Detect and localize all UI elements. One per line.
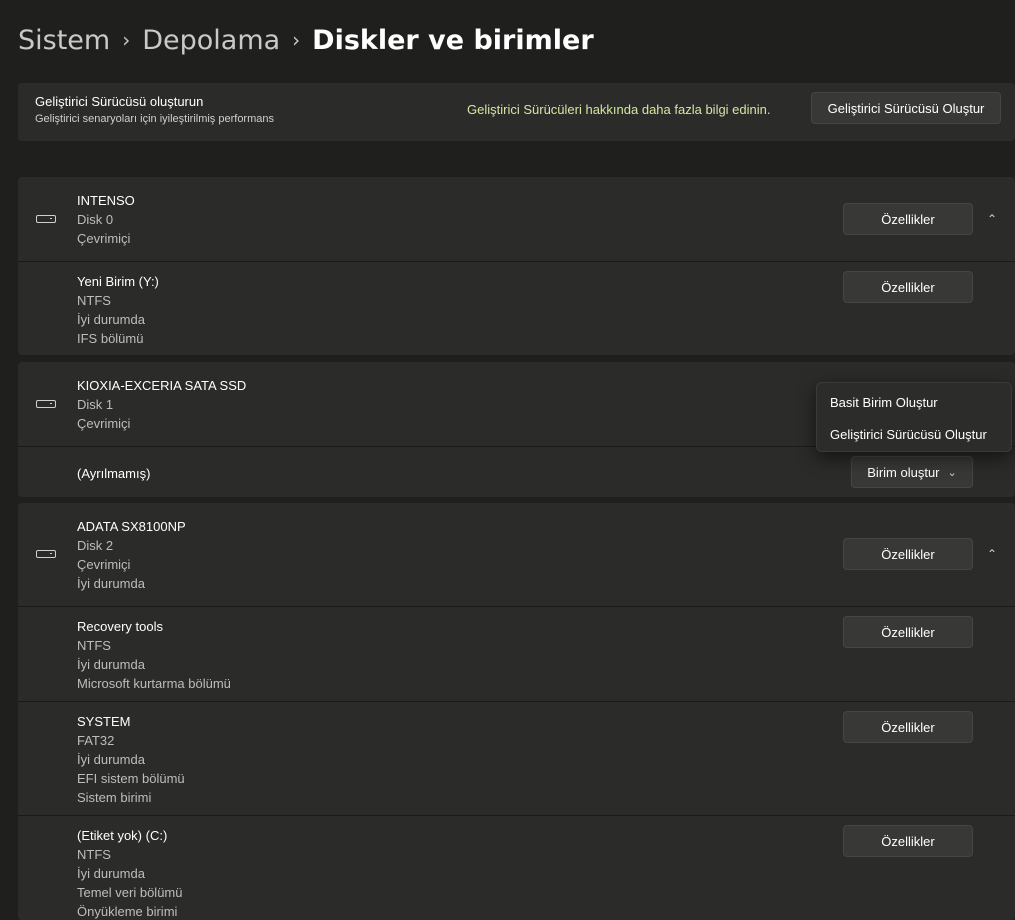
breadcrumb-depolama[interactable]: Depolama: [142, 25, 280, 56]
chevron-up-icon[interactable]: ⌃: [982, 209, 1002, 229]
volume-filesystem: NTFS: [77, 638, 111, 653]
volume-row: SYSTEM FAT32 İyi durumda EFI sistem bölü…: [18, 702, 1015, 815]
volume-type: EFI sistem bölümü: [77, 771, 185, 786]
properties-button[interactable]: Özellikler: [843, 825, 973, 857]
volume-filesystem: FAT32: [77, 733, 115, 748]
disk-header[interactable]: ADATA SX8100NP Disk 2 Çevrimiçi İyi duru…: [18, 503, 1015, 606]
unallocated-label: (Ayrılmamış): [77, 466, 151, 481]
properties-button[interactable]: Özellikler: [843, 538, 973, 570]
disk-drive-icon: [36, 215, 56, 223]
dev-drive-subtitle: Geliştirici senaryoları için iyileştiril…: [35, 113, 274, 125]
breadcrumb: Sistem › Depolama › Diskler ve birimler: [18, 20, 594, 60]
volume-row: Yeni Birim (Y:) NTFS İyi durumda IFS böl…: [18, 262, 1015, 355]
create-volume-menu: Basit Birim Oluştur Geliştirici Sürücüsü…: [816, 382, 1012, 452]
volume-health: İyi durumda: [77, 752, 145, 767]
create-volume-dropdown[interactable]: Birim oluştur ⌄: [851, 456, 973, 488]
volume-name: (Etiket yok) (C:): [77, 828, 168, 843]
create-volume-label: Birim oluştur: [867, 464, 940, 480]
volume-health: İyi durumda: [77, 312, 145, 327]
disk-name: ADATA SX8100NP: [77, 519, 186, 534]
disk-header[interactable]: INTENSO Disk 0 Çevrimiçi Özellikler ⌃: [18, 177, 1015, 261]
disk-card-intenso: INTENSO Disk 0 Çevrimiçi Özellikler ⌃ Ye…: [18, 177, 1015, 355]
disk-number: Disk 0: [77, 212, 114, 227]
chevron-up-icon[interactable]: ⌃: [982, 544, 1002, 564]
disk-number: Disk 2: [77, 538, 114, 553]
dev-drive-card: Geliştirici Sürücüsü oluşturun Geliştiri…: [18, 83, 1015, 141]
disk-number: Disk 1: [77, 397, 114, 412]
volume-row: Recovery tools NTFS İyi durumda Microsof…: [18, 607, 1015, 701]
disk-status: Çevrimiçi: [77, 231, 131, 246]
volume-name: SYSTEM: [77, 714, 131, 729]
menu-item-dev-drive[interactable]: Geliştirici Sürücüsü Oluştur: [830, 427, 987, 442]
breadcrumb-chevron-icon: ›: [292, 28, 301, 52]
volume-filesystem: NTFS: [77, 293, 111, 308]
page-title: Diskler ve birimler: [312, 24, 594, 56]
properties-button[interactable]: Özellikler: [843, 616, 973, 648]
dev-drive-learn-more-link[interactable]: Geliştirici Sürücüleri hakkında daha faz…: [467, 102, 771, 117]
dev-drive-title: Geliştirici Sürücüsü oluşturun: [35, 94, 204, 109]
volume-type: Temel veri bölümü: [77, 885, 183, 900]
volume-type: Microsoft kurtarma bölümü: [77, 676, 231, 691]
volume-name: Recovery tools: [77, 619, 163, 634]
volume-name: Yeni Birim (Y:): [77, 274, 159, 289]
disk-status: Çevrimiçi: [77, 416, 131, 431]
volume-health: İyi durumda: [77, 866, 145, 881]
disk-card-adata: ADATA SX8100NP Disk 2 Çevrimiçi İyi duru…: [18, 503, 1015, 920]
disk-health: İyi durumda: [77, 576, 145, 591]
breadcrumb-chevron-icon: ›: [122, 28, 131, 52]
breadcrumb-sistem[interactable]: Sistem: [18, 25, 110, 56]
volume-role: Önyükleme birimi: [77, 904, 178, 919]
properties-button[interactable]: Özellikler: [843, 711, 973, 743]
create-dev-drive-button[interactable]: Geliştirici Sürücüsü Oluştur: [811, 92, 1001, 124]
chevron-down-icon: ⌄: [947, 466, 957, 479]
volume-role: Sistem birimi: [77, 790, 152, 805]
volume-health: İyi durumda: [77, 657, 145, 672]
menu-item-simple-volume[interactable]: Basit Birim Oluştur: [830, 395, 938, 410]
volume-filesystem: NTFS: [77, 847, 111, 862]
volume-row: (Etiket yok) (C:) NTFS İyi durumda Temel…: [18, 816, 1015, 920]
disk-drive-icon: [36, 400, 56, 408]
disk-name: KIOXIA-EXCERIA SATA SSD: [77, 378, 247, 393]
disk-name: INTENSO: [77, 193, 135, 208]
properties-button[interactable]: Özellikler: [843, 271, 973, 303]
disk-drive-icon: [36, 550, 56, 558]
disk-status: Çevrimiçi: [77, 557, 131, 572]
volume-type: IFS bölümü: [77, 331, 144, 346]
properties-button[interactable]: Özellikler: [843, 203, 973, 235]
